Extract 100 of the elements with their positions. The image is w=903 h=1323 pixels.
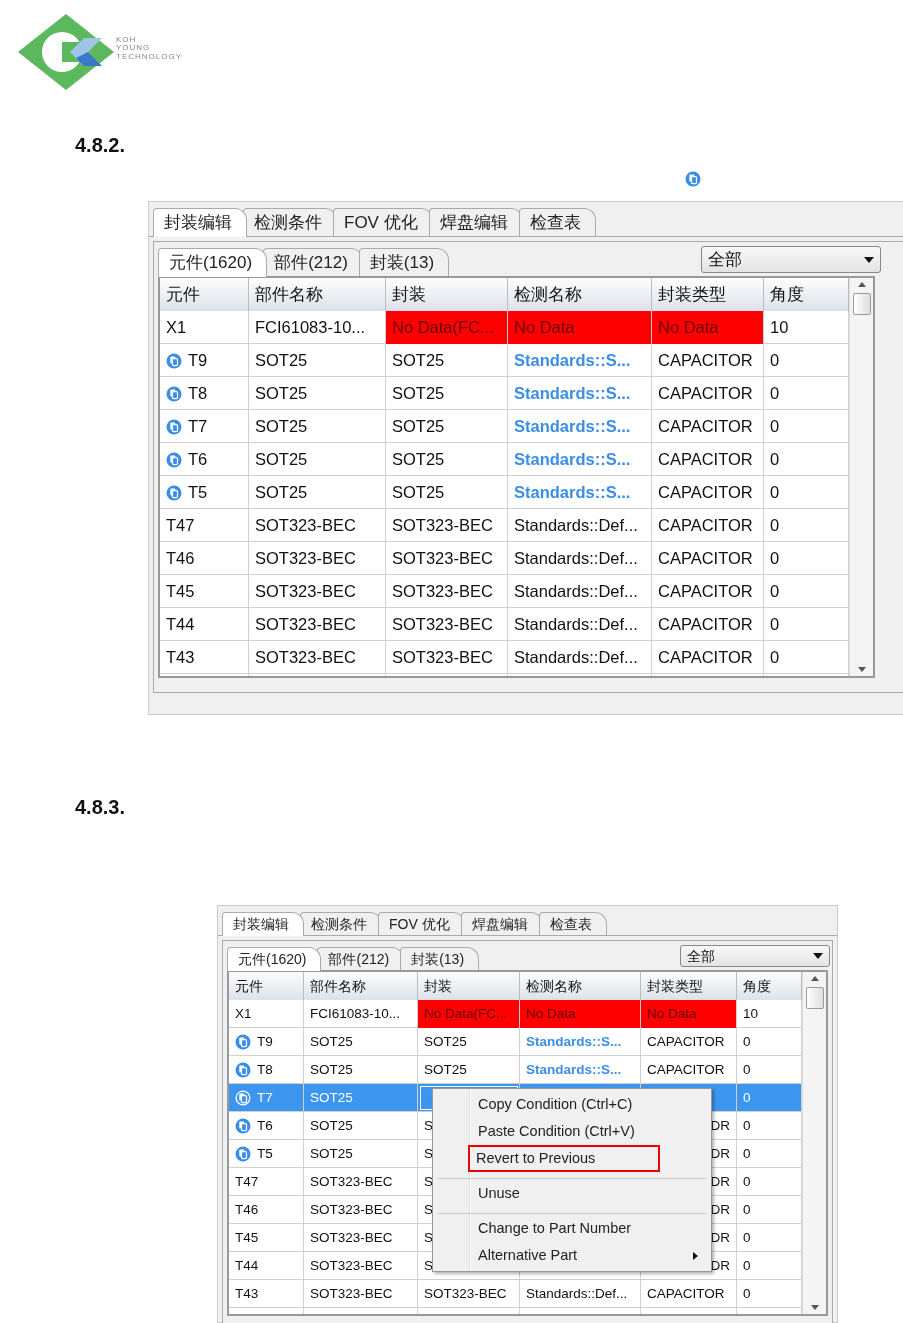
tab[interactable]: 封装编辑 [222,912,304,936]
logo-text: YOUNG [116,44,152,53]
table-cell: CAPACITOR [652,410,764,443]
table-cell: X1 [229,1000,304,1028]
table-cell: SOT323-BEC [304,1196,418,1224]
column-header[interactable]: 元件 [160,278,249,311]
column-header[interactable]: 元件 [229,972,304,1000]
menu-item[interactable]: Revert to Previous [468,1145,660,1172]
table-cell: CAPACITOR [652,476,764,509]
document-icon [166,451,182,468]
table-cell-text: T9 [257,1033,273,1051]
submenu-arrow-icon [693,1251,698,1260]
document-icon [235,1118,251,1134]
table-cell: T43 [229,1280,304,1308]
table-cell: T47 [229,1168,304,1196]
scrollbar-thumb[interactable] [805,987,824,1009]
table-cell: No Data [652,311,764,344]
tab[interactable]: 封装(13) [358,248,450,276]
logo-icon [18,14,114,90]
table-cell: X1 [160,311,249,344]
table-cell: CAPACITOR [641,1028,737,1056]
scrollbar-thumb[interactable] [852,293,871,315]
table-cell: T47 [160,509,249,542]
table-cell: SOT25 [386,443,508,476]
table-cell: SOT323-BEC [386,641,508,674]
table-cell: SOT25 [304,1084,418,1112]
table-cell: SOT323-BEC [386,575,508,608]
scroll-down-icon [857,667,866,672]
table-cell: CAPACITOR [652,542,764,575]
document-icon [166,385,182,402]
table-cell: SOT25 [386,344,508,377]
column-header[interactable]: 封装类型 [652,278,764,311]
table-cell: Standards::S... [508,476,652,509]
table-cell: CAPACITOR [652,575,764,608]
tab[interactable]: 元件(1620) [158,248,268,277]
scroll-up-icon [810,976,819,981]
column-header[interactable]: 角度 [737,972,802,1000]
column-header[interactable]: 封装 [418,972,520,1000]
dropdown[interactable]: 全部 [701,246,881,273]
scroll-up-icon [857,282,866,287]
logo-text: KOH [116,36,138,45]
table-cell: No Data(FC... [418,1000,520,1028]
table-cell: SOT323-BEC [304,1252,418,1280]
section-heading: 4.8.3. [75,795,127,819]
table-cell: SOT25 [304,1140,418,1168]
table-cell-text: T7 [188,416,208,437]
column-header[interactable]: 检测名称 [520,972,641,1000]
table-cell: Standards::S... [520,1028,641,1056]
table-cell-text: T8 [188,383,208,404]
table-cell: Standards::Def... [520,1280,641,1308]
section-heading: 4.8.2. [75,133,127,157]
table-cell: CAPACITOR [652,377,764,410]
table-cell: No Data [641,1000,737,1028]
table-cell: CAPACITOR [652,509,764,542]
table-cell: T44 [229,1252,304,1280]
table-cell: Standards::Def... [508,608,652,641]
table-cell-text: T5 [257,1145,273,1163]
table-cell-text: T6 [257,1117,273,1135]
table-cell: SOT323-BEC [249,608,386,641]
table-cell: SOT25 [249,410,386,443]
column-header[interactable]: 封装类型 [641,972,737,1000]
table-cell: Standards::S... [508,344,652,377]
table-cell: SOT323-BEC [249,542,386,575]
table-cell: CAPACITOR [652,608,764,641]
table-cell: Standards::Def... [508,641,652,674]
tab[interactable]: 元件(1620) [227,947,322,971]
column-header[interactable]: 角度 [764,278,849,311]
table-cell: SOT323-BEC [386,608,508,641]
table-cell: CAPACITOR [652,641,764,674]
table-cell: Standards::S... [508,377,652,410]
column-header[interactable]: 部件名称 [249,278,386,311]
document-icon [166,418,182,435]
table-cell: No Data [520,1000,641,1028]
table-cell: SOT323-BEC [304,1280,418,1308]
table-cell-text: T7 [257,1089,273,1107]
table-cell: SOT25 [249,377,386,410]
table-cell: Standards::Def... [508,575,652,608]
table-cell: Standards::S... [508,410,652,443]
column-header[interactable]: 封装 [386,278,508,311]
scrollbar[interactable] [802,972,826,1314]
dropdown[interactable]: 全部 [680,945,830,967]
scrollbar[interactable] [849,278,873,676]
table-cell: SOT25 [418,1028,520,1056]
document-icon [235,1034,251,1050]
table-cell: SOT323-BEC [304,1168,418,1196]
table-cell: SOT323-BEC [249,641,386,674]
table-cell: SOT323-BEC [418,1280,520,1308]
document-icon [166,484,182,501]
tab[interactable]: 检查表 [538,912,607,935]
table-cell: Standards::Def... [508,509,652,542]
tab[interactable]: 封装编辑 [153,208,247,237]
table-cell: T45 [160,575,249,608]
table-cell: SOT25 [304,1028,418,1056]
table-cell: CAPACITOR [652,443,764,476]
table-cell: No Data [508,311,652,344]
tab[interactable]: 封装(13) [400,947,480,970]
table-cell: Standards::Def... [508,542,652,575]
column-header[interactable]: 部件名称 [304,972,418,1000]
column-header[interactable]: 检测名称 [508,278,652,311]
tab[interactable]: 检查表 [518,208,596,236]
